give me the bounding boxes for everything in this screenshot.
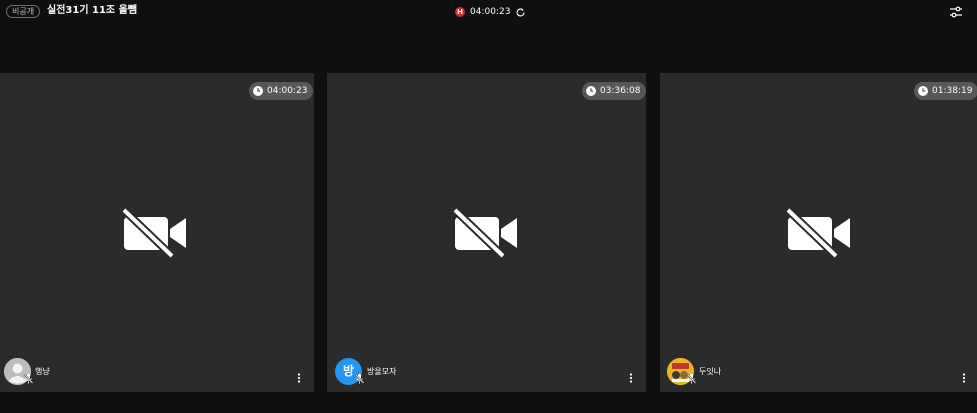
refresh-icon[interactable] [515, 7, 526, 18]
privacy-badge: 비공개 [6, 5, 41, 18]
camera-off-icon [122, 208, 186, 258]
participant-name: 방울모자 [367, 367, 397, 376]
avatar: 방 [335, 358, 365, 385]
room-title: 실전31기 11조 올뺌 [47, 5, 137, 16]
top-bar: 비공개 실전31기 11조 올뺌 H 04:00:23 [0, 0, 977, 24]
recording-indicator: H [455, 7, 465, 17]
participant-duration: 04:00:23 [267, 86, 308, 96]
participant-duration-badge: 04:00:23 [249, 82, 314, 100]
participant-duration-badge: 01:38:19 [914, 82, 977, 100]
participant-name: 행냥 [35, 367, 50, 376]
participant-duration-badge: 03:36:08 [582, 82, 647, 100]
clock-icon [253, 86, 263, 96]
session-elapsed-time: 04:00:23 [470, 7, 511, 17]
participant-grid: 04:00:23 행냥 03:36:08 방 방울모자 01:38:19 두잇나 [0, 73, 977, 393]
participant-tile[interactable]: 01:38:19 두잇나 [660, 73, 977, 392]
clock-icon [918, 86, 928, 96]
more-options-icon[interactable] [296, 372, 302, 384]
participant-tile[interactable]: 03:36:08 방 방울모자 [327, 73, 647, 392]
mic-off-icon [354, 373, 365, 384]
more-options-icon[interactable] [961, 372, 967, 384]
participant-name: 두잇나 [699, 367, 722, 376]
session-timer: H 04:00:23 [455, 5, 526, 19]
participant-duration: 01:38:19 [932, 86, 973, 96]
participant-tile[interactable]: 04:00:23 행냥 [0, 73, 314, 392]
settings-sliders-icon[interactable] [949, 5, 963, 19]
camera-off-icon [786, 208, 850, 258]
participant-duration: 03:36:08 [600, 86, 641, 96]
mic-off-icon [23, 373, 34, 384]
avatar [4, 358, 34, 385]
camera-off-icon [453, 208, 517, 258]
mic-off-icon [686, 373, 697, 384]
clock-icon [586, 86, 596, 96]
more-options-icon[interactable] [628, 372, 634, 384]
avatar [667, 358, 697, 385]
